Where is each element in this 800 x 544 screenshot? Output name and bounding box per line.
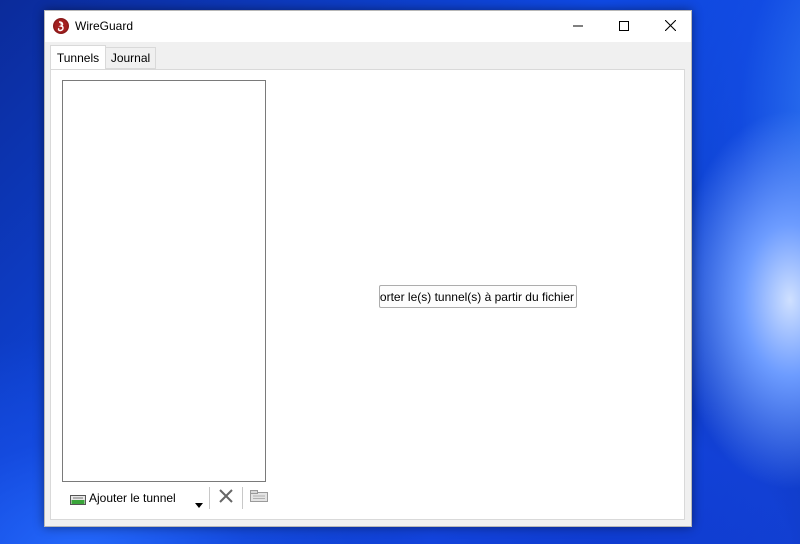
close-icon [664,18,676,36]
maximize-button[interactable] [601,11,647,42]
chevron-down-icon[interactable] [195,495,203,513]
tunnels-panel: Ajouter le tunnel Importer le(s) tunnel(… [50,69,685,520]
wireguard-window: WireGuard Tunnels Journal Ajouter le tun… [44,10,692,527]
add-tunnel-icon [70,492,86,510]
tunnel-list[interactable] [62,80,266,482]
minimize-button[interactable] [555,11,601,42]
wireguard-logo-icon [53,18,69,34]
tab-journal[interactable]: Journal [106,47,156,69]
toolbar-separator [242,487,243,509]
delete-icon [219,488,233,508]
close-button[interactable] [647,11,693,42]
tab-tunnels[interactable]: Tunnels [50,45,106,69]
import-button-label: Importer le(s) tunnel(s) à partir du fic… [379,290,574,304]
maximize-icon [619,18,629,36]
add-tunnel-label: Ajouter le tunnel [89,491,176,505]
export-tunnels-button[interactable] [249,490,269,506]
add-tunnel-button[interactable]: Ajouter le tunnel [68,485,206,511]
toolbar-separator [209,487,210,509]
export-icon [250,489,268,507]
minimize-icon [573,18,583,36]
delete-tunnel-button[interactable] [216,488,236,508]
window-title: WireGuard [75,19,134,33]
import-tunnels-from-file-button[interactable]: Importer le(s) tunnel(s) à partir du fic… [379,285,577,308]
title-bar[interactable]: WireGuard [45,11,691,42]
